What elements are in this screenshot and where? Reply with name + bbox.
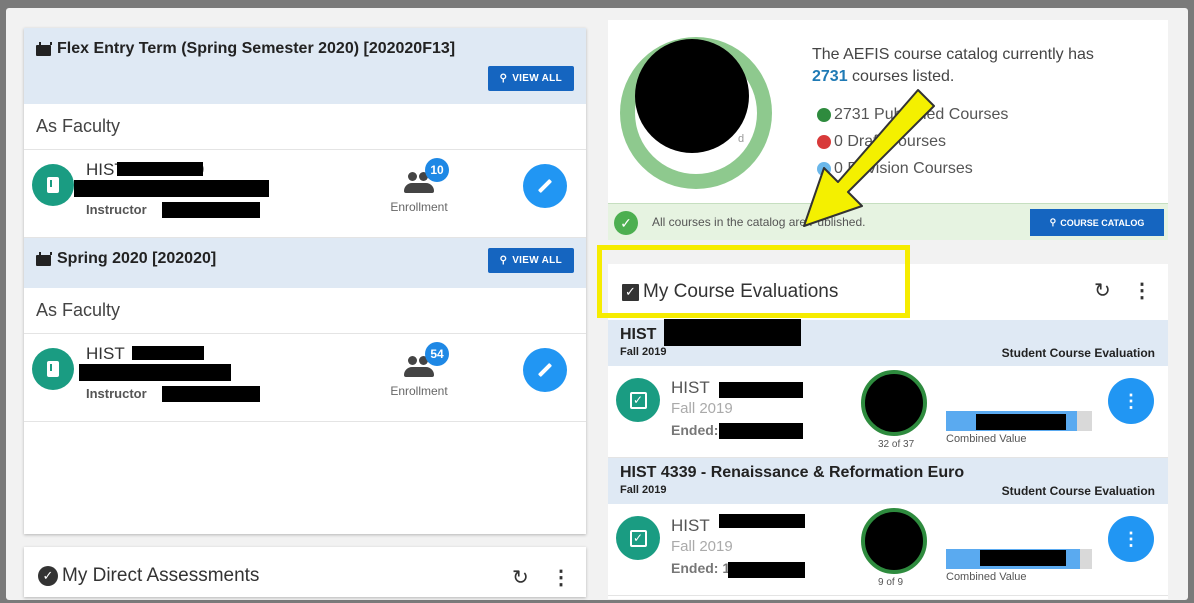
course-row[interactable]: HIST1 Instructors 54 Enrollment [24,334,586,422]
enrollment[interactable]: 10 Enrollment [379,158,459,214]
instructor-label: Instructor [86,386,147,401]
response-rate-ring [861,370,927,436]
redaction [74,180,269,197]
response-rate-ring [861,508,927,574]
edit-button[interactable] [523,164,567,208]
more-options-button[interactable]: ⋮ [1108,516,1154,562]
book-icon [32,348,74,390]
course-term: Fall 2019 [671,538,733,555]
redaction [976,414,1066,430]
term-title: Flex Entry Term (Spring Semester 2020) [… [36,40,574,58]
highlight-box [597,245,910,318]
term-header: Spring 2020 [202020] ⚲ VIEW ALL [24,238,586,288]
evaluation-row[interactable]: ✓ HIST Fall 2019 Ended: 32 of 37 Combine… [608,366,1168,458]
annotation-arrow-icon [803,89,935,227]
redaction [664,319,801,346]
combined-value-label: Combined Value [946,433,1027,445]
search-icon: ⚲ [499,73,508,84]
enrollment-label: Enrollment [390,200,448,214]
ended-label: Ended: 1 [671,560,731,576]
edit-button[interactable] [523,348,567,392]
combined-value-label: Combined Value [946,571,1027,583]
course-term: Fall 2019 [671,400,733,417]
more-menu-icon[interactable]: ⋮ [1132,278,1152,303]
redaction [728,562,805,578]
evaluation-check-icon: ✓ [616,378,660,422]
band-type: Student Course Evaluation [1001,346,1155,360]
evaluation-check-icon: ✓ [616,516,660,560]
redaction [162,202,260,218]
card-title: ✓ My Direct Assessments [38,565,259,587]
enrollment-label: Enrollment [390,384,448,398]
evaluation-row[interactable]: ✓ HIST Fall 2019 Ended: 1 9 of 9 Combine… [608,504,1168,596]
redaction [79,364,231,381]
course-row[interactable]: HIST0 Instructors 10 Enrollment [24,150,586,238]
calendar-icon [36,42,52,56]
redaction [719,423,803,439]
redaction [117,162,203,176]
course-code[interactable]: HIST [671,378,710,398]
role-heading: As Faculty [24,288,586,334]
pencil-icon [537,178,553,194]
catalog-text-after: courses listed. [852,68,955,85]
more-menu-icon[interactable]: ⋮ [551,565,571,590]
term-title-text: Spring 2020 [202020] [57,250,217,267]
band-term: Fall 2019 [620,484,667,496]
book-icon [32,164,74,206]
view-all-label: VIEW ALL [512,255,562,266]
band-type: Student Course Evaluation [1001,484,1155,498]
view-all-button[interactable]: ⚲ VIEW ALL [487,66,574,91]
catalog-count[interactable]: 2731 [812,68,848,85]
ended-label: Ended: [671,422,719,438]
catalog-text: The AEFIS course catalog currently has [812,46,1094,63]
pencil-icon [537,362,553,378]
enrollment[interactable]: 54 Enrollment [379,342,459,398]
course-catalog-button[interactable]: ⚲ COURSE CATALOG [1030,209,1164,236]
view-all-button[interactable]: ⚲ VIEW ALL [487,248,574,273]
search-icon: ⚲ [1049,217,1057,227]
instructor-label: Instructor [86,202,147,217]
catalog-summary: The AEFIS course catalog currently has 2… [812,44,1152,88]
refresh-icon[interactable]: ↻ [1094,278,1111,303]
course-code[interactable]: HIST [671,516,710,536]
check-circle-icon: ✓ [38,566,58,586]
check-icon: ✓ [614,211,638,235]
term-header: Flex Entry Term (Spring Semester 2020) [… [24,28,586,104]
direct-assessments-card: ✓ My Direct Assessments ↻ ⋮ [24,547,586,597]
response-count: 32 of 37 [878,439,915,450]
refresh-icon[interactable]: ↻ [512,565,529,590]
redaction [162,386,260,402]
search-icon: ⚲ [499,255,508,266]
card-title-text: My Direct Assessments [62,565,260,586]
redaction [980,550,1066,566]
redaction [719,514,805,528]
course-code-text: HIST [86,344,125,363]
evaluation-band: HIST 4339 - Renaissance & Reformation Eu… [608,458,1168,504]
redaction [132,346,204,360]
course-catalog-label: COURSE CATALOG [1060,217,1145,228]
band-term: Fall 2019 [620,346,667,358]
enrollment-badge: 10 [425,158,449,182]
band-title: HIST 4339 - Renaissance & Reformation Eu… [620,464,965,481]
role-heading: As Faculty [24,104,586,150]
response-count: 9 of 9 [878,577,904,588]
more-options-button[interactable]: ⋮ [1108,378,1154,424]
donut-label-fragment: d [738,133,745,145]
redaction [635,39,749,153]
redaction [719,382,803,398]
calendar-icon [36,252,52,266]
terms-panel: Flex Entry Term (Spring Semester 2020) [… [24,28,586,534]
enrollment-badge: 54 [425,342,449,366]
view-all-label: VIEW ALL [512,73,562,84]
term-title-text: Flex Entry Term (Spring Semester 2020) [… [57,40,456,57]
